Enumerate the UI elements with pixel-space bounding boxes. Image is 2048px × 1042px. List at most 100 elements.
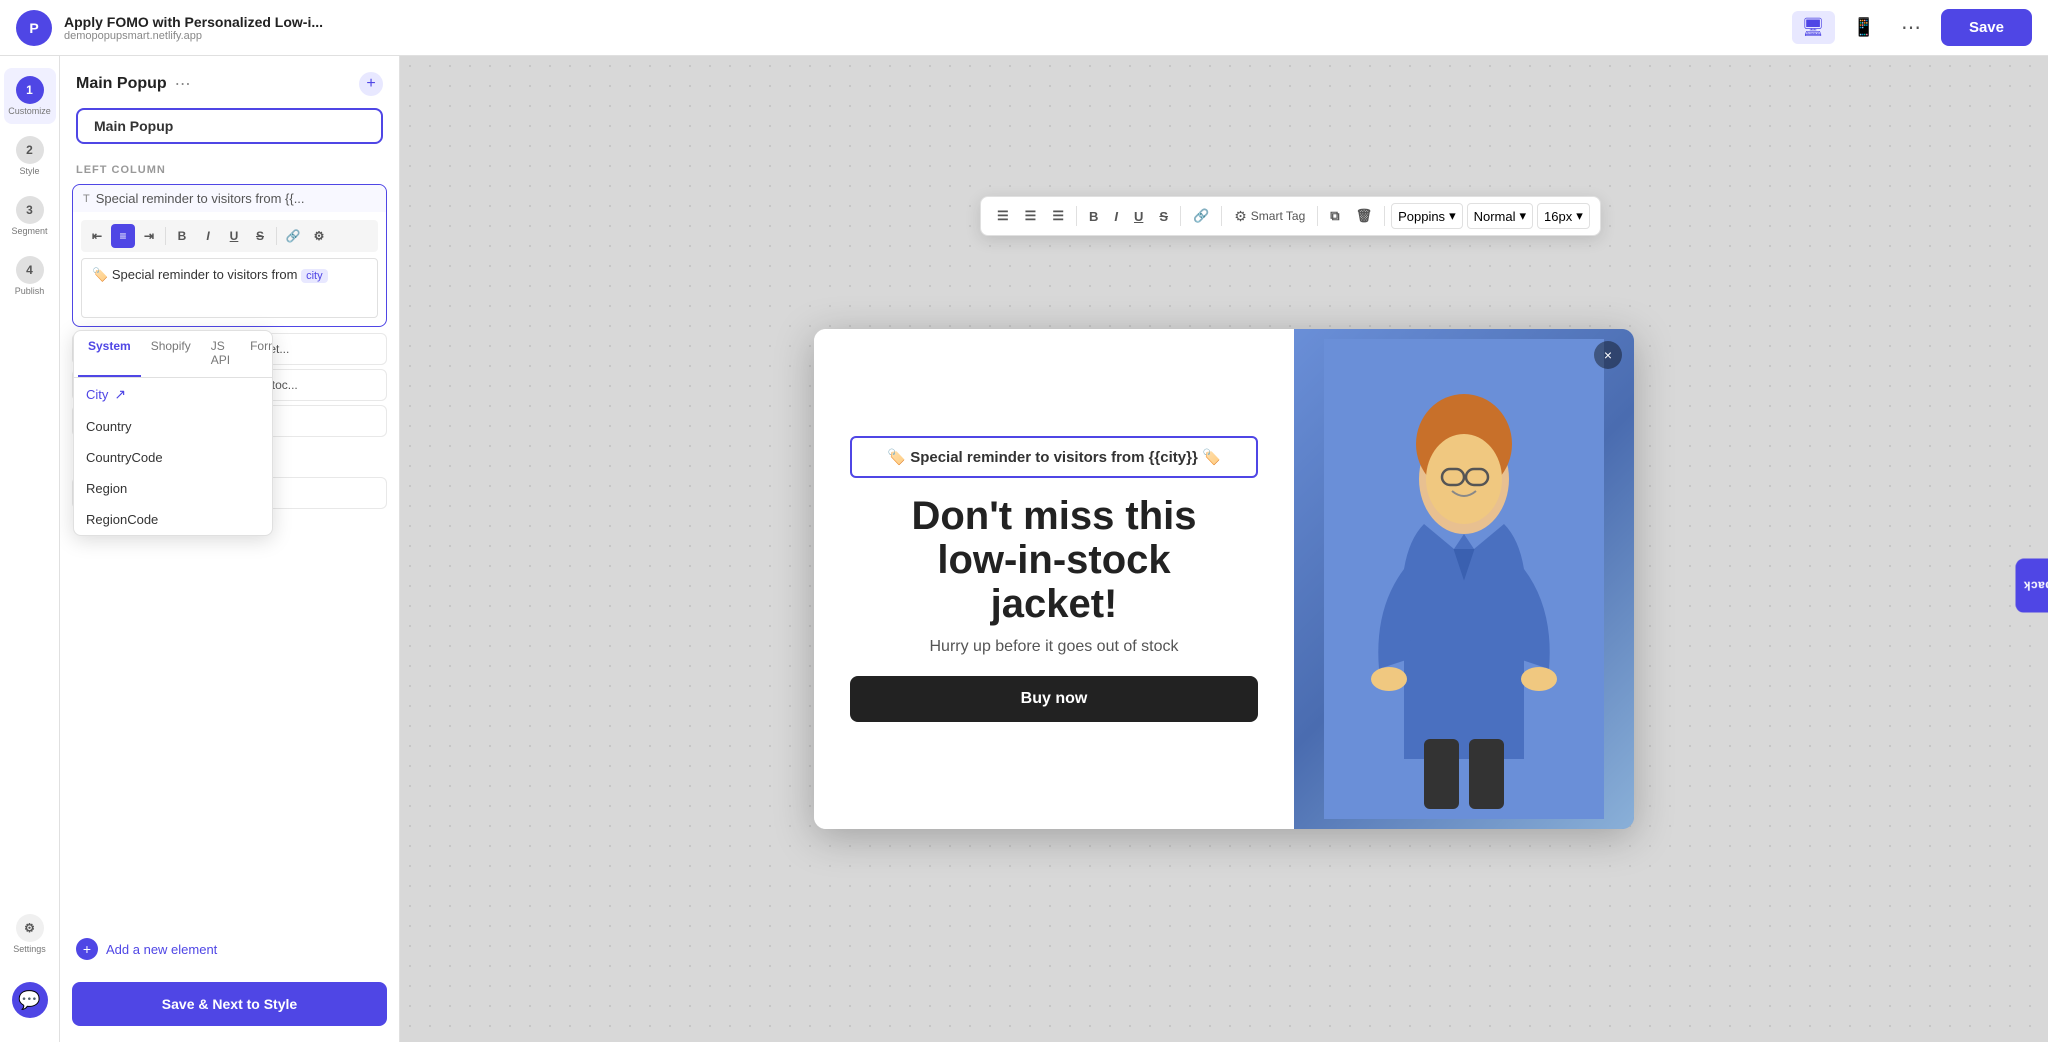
rt-strikethrough-btn[interactable]: S [1153, 205, 1174, 228]
sidebar-num-1: 1 [16, 76, 44, 104]
mobile-view-btn[interactable]: 📱 [1843, 11, 1885, 44]
rt-smart-tag-btn[interactable]: ⚙ Smart Tag [1228, 204, 1311, 229]
rt-font-weight-select[interactable]: Normal ▾ [1467, 203, 1533, 229]
preview-text-static: Special reminder to visitors from [112, 267, 301, 282]
rt-link-btn[interactable]: 🔗 [1187, 204, 1215, 228]
rt-align-center-btn[interactable]: ☰ [1019, 204, 1043, 228]
underline-btn[interactable]: U [222, 224, 246, 248]
popup-right-image [1294, 329, 1634, 829]
rt-font-family-arrow: ▾ [1449, 208, 1456, 224]
sidebar-item-customize[interactable]: 1 Customize [4, 68, 56, 124]
sidebar-item-segment[interactable]: 3 Segment [4, 188, 56, 244]
rt-font-size-value: 16px [1544, 209, 1572, 224]
popup-selected-text: 🏷️ Special reminder to visitors from {{c… [850, 436, 1258, 478]
add-element-header-btn[interactable]: + [359, 72, 383, 96]
main-popup-selector-btn[interactable]: Main Popup [76, 108, 383, 144]
sidebar-num-4: 4 [16, 256, 44, 284]
left-panel-title: Main Popup [76, 75, 167, 93]
sidebar-item-publish[interactable]: 4 Publish [4, 248, 56, 304]
smart-tag-tab-system[interactable]: System [78, 331, 141, 377]
sidebar: 1 Customize 2 Style 3 Segment 4 Publish … [0, 56, 60, 1042]
rt-align-right-btn[interactable]: ☰ [1046, 204, 1070, 228]
page-title: Apply FOMO with Personalized Low-i... [64, 14, 1780, 30]
rt-underline-btn[interactable]: U [1128, 205, 1149, 228]
rt-font-size-arrow: ▾ [1576, 208, 1583, 224]
smart-tag-btn-label: Smart Tag [1251, 209, 1305, 223]
toolbar-sep-1 [165, 227, 166, 245]
popup-buy-btn[interactable]: Buy now [850, 676, 1258, 722]
popup-subtext: Hurry up before it goes out of stock [850, 638, 1258, 656]
link-btn[interactable]: 🔗 [281, 224, 305, 248]
popup-preview: × 🏷️ Special reminder to visitors from {… [814, 329, 1634, 829]
bold-btn[interactable]: B [170, 224, 194, 248]
smart-tag-region[interactable]: Region [74, 473, 272, 504]
sidebar-item-style[interactable]: 2 Style [4, 128, 56, 184]
popup-image-placeholder [1294, 329, 1634, 829]
panel-more-icon[interactable]: ⋯ [175, 74, 191, 94]
smart-tag-tabs: System Shopify JS API Form [74, 331, 272, 378]
rt-font-size-select[interactable]: 16px ▾ [1537, 203, 1590, 229]
align-right-btn[interactable]: ⇥ [137, 224, 161, 248]
rt-copy-btn[interactable]: ⧉ [1324, 204, 1345, 228]
rt-sep-4 [1317, 206, 1318, 226]
italic-btn[interactable]: I [196, 224, 220, 248]
feedback-tab[interactable]: Feedback [2015, 559, 2048, 613]
smart-tag-regioncode[interactable]: RegionCode [74, 504, 272, 535]
rt-sep-5 [1384, 206, 1385, 226]
align-left-btn[interactable]: ⇤ [85, 224, 109, 248]
smart-tag-country[interactable]: Country [74, 411, 272, 442]
popup-heading: Don't miss this low-in-stock jacket! [850, 494, 1258, 626]
toolbar-sep-2 [276, 227, 277, 245]
smart-tag-inline-btn[interactable]: ⚙ [307, 224, 331, 248]
popup-close-btn[interactable]: × [1594, 341, 1622, 369]
rt-align-left-btn[interactable]: ☰ [991, 204, 1015, 228]
text-element-card-special: T Special reminder to visitors from {{..… [72, 184, 387, 327]
left-panel: Main Popup ⋯ + Main Popup LEFT COLUMN T … [60, 56, 400, 1042]
device-toggle-group: 🖥 📱 ⋯ [1792, 11, 1929, 44]
add-element-row[interactable]: + Add a new element [60, 928, 399, 970]
sidebar-num-3: 3 [16, 196, 44, 224]
left-column-label: LEFT COLUMN [60, 156, 399, 180]
text-preview-area[interactable]: 🏷️ Special reminder to visitors from cit… [81, 258, 378, 318]
save-button[interactable]: Save [1941, 9, 2032, 46]
topbar-title-section: Apply FOMO with Personalized Low-i... de… [64, 14, 1780, 42]
chat-widget-btn[interactable]: 💬 [12, 982, 48, 1018]
smart-tag-region-label: Region [86, 481, 127, 496]
person-illustration [1324, 339, 1604, 819]
rich-text-toolbar: ☰ ☰ ☰ B I U S 🔗 ⚙ Smart Tag ⧉ 🗑 Poppins … [980, 196, 1601, 236]
smart-tag-country-label: Country [86, 419, 132, 434]
preview-city-tag: city [301, 269, 328, 283]
settings-icon: ⚙ [16, 914, 44, 942]
strikethrough-btn[interactable]: S [248, 224, 272, 248]
rt-bold-btn[interactable]: B [1083, 205, 1104, 228]
element-card-header: T Special reminder to visitors from {{..… [73, 185, 386, 212]
more-options-btn[interactable]: ⋯ [1893, 11, 1929, 44]
smart-tag-list: City ↗ Country CountryCode Region [74, 378, 272, 535]
app-logo: P [16, 10, 52, 46]
rt-font-family-value: Poppins [1398, 209, 1445, 224]
popup-selected-text-content: Special reminder to visitors from {{city… [910, 449, 1202, 466]
smart-tag-arrow-icon: ↗ [114, 386, 126, 403]
preview-emoji-1: 🏷️ [92, 267, 108, 282]
align-center-btn[interactable]: ≡ [111, 224, 135, 248]
sidebar-num-2: 2 [16, 136, 44, 164]
smart-tag-tab-jsapi[interactable]: JS API [201, 331, 240, 377]
rt-italic-btn[interactable]: I [1108, 205, 1124, 228]
smart-tag-tab-form[interactable]: Form [240, 331, 273, 377]
page-subtitle: demopopupsmart.netlify.app [64, 30, 1780, 42]
smart-tag-city-label: City [86, 387, 108, 402]
rt-delete-btn[interactable]: 🗑 [1350, 204, 1379, 228]
topbar: P Apply FOMO with Personalized Low-i... … [0, 0, 2048, 56]
sidebar-item-settings[interactable]: ⚙ Settings [4, 906, 56, 962]
rt-font-family-select[interactable]: Poppins ▾ [1391, 203, 1463, 229]
smart-tag-city[interactable]: City ↗ [74, 378, 272, 411]
canvas-area: ☰ ☰ ☰ B I U S 🔗 ⚙ Smart Tag ⧉ 🗑 Poppins … [400, 56, 2048, 1042]
smart-tag-countrycode[interactable]: CountryCode [74, 442, 272, 473]
smart-tag-dropdown: System Shopify JS API Form City ↗ Countr… [73, 330, 273, 536]
desktop-view-btn[interactable]: 🖥 [1792, 11, 1835, 44]
rt-font-weight-arrow: ▾ [1520, 208, 1527, 224]
save-next-btn[interactable]: Save & Next to Style [72, 982, 387, 1026]
left-panel-header: Main Popup ⋯ + [60, 56, 399, 104]
smart-tag-tab-shopify[interactable]: Shopify [141, 331, 201, 377]
format-toolbar: ⇤ ≡ ⇥ B I U S 🔗 ⚙ [81, 220, 378, 252]
